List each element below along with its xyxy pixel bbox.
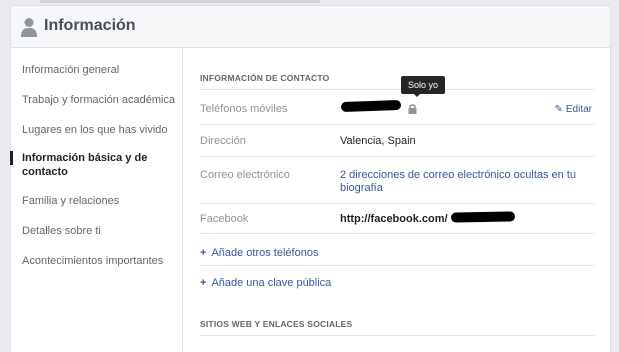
- sidebar: Información general Trabajo y formación …: [10, 48, 183, 352]
- divider: [200, 124, 595, 125]
- sidebar-item-places[interactable]: Lugares en los que has vivido: [22, 123, 182, 137]
- sidebar-item-contact-basic-info[interactable]: Información básica y de contacto: [22, 151, 182, 179]
- sidebar-item-details[interactable]: Detalles sobre ti: [22, 224, 182, 238]
- plus-icon: +: [200, 277, 207, 289]
- add-phones-label: Añade otros teléfonos: [211, 247, 319, 259]
- edit-button[interactable]: ✎ Editar: [554, 104, 592, 115]
- add-phones-link[interactable]: + Añade otros teléfonos: [200, 247, 318, 259]
- sidebar-item-life-events[interactable]: Acontecimientos importantes: [22, 254, 182, 268]
- info-card: Información Información general Trabajo …: [10, 5, 611, 352]
- top-strip: [40, 0, 320, 3]
- sidebar-item-work-education[interactable]: Trabajo y formación académica: [22, 93, 182, 107]
- divider: [200, 156, 595, 157]
- facebook-label: Facebook: [200, 213, 249, 225]
- active-indicator: [10, 151, 13, 165]
- add-key-label: Añade una clave pública: [211, 277, 332, 289]
- privacy-tooltip: Solo yo: [401, 76, 446, 94]
- email-value-link-line2[interactable]: biografía: [340, 182, 383, 194]
- page-title: Información: [44, 17, 136, 34]
- divider: [200, 233, 595, 234]
- redacted-phone: [340, 99, 402, 113]
- divider: [200, 89, 595, 90]
- edit-label: Editar: [565, 104, 592, 115]
- redacted-username: [450, 211, 516, 223]
- person-icon: [21, 18, 37, 37]
- divider: [200, 335, 595, 336]
- email-value-link[interactable]: 2 direcciones de correo electrónico ocul…: [340, 169, 576, 181]
- sidebar-item-family[interactable]: Familia y relaciones: [22, 194, 182, 208]
- lock-icon[interactable]: [408, 103, 417, 114]
- sidebar-item-overview[interactable]: Información general: [22, 63, 182, 77]
- divider: [200, 203, 595, 204]
- card-header: Información: [11, 6, 610, 48]
- websites-section-title: SITIOS WEB Y ENLACES SOCIALES: [200, 319, 353, 329]
- contact-section-title: INFORMACIÓN DE CONTACTO: [200, 73, 330, 83]
- address-value: Valencia, Spain: [340, 135, 416, 147]
- address-label: Dirección: [200, 135, 246, 147]
- pencil-icon: ✎: [554, 104, 563, 115]
- add-key-link[interactable]: + Añade una clave pública: [200, 277, 331, 289]
- main-content: INFORMACIÓN DE CONTACTO Teléfonos móvile…: [183, 48, 610, 352]
- divider: [200, 265, 595, 266]
- email-label: Correo electrónico: [200, 169, 290, 181]
- plus-icon: +: [200, 247, 207, 259]
- facebook-url[interactable]: http://facebook.com/: [340, 213, 448, 225]
- phones-label: Teléfonos móviles: [200, 103, 288, 115]
